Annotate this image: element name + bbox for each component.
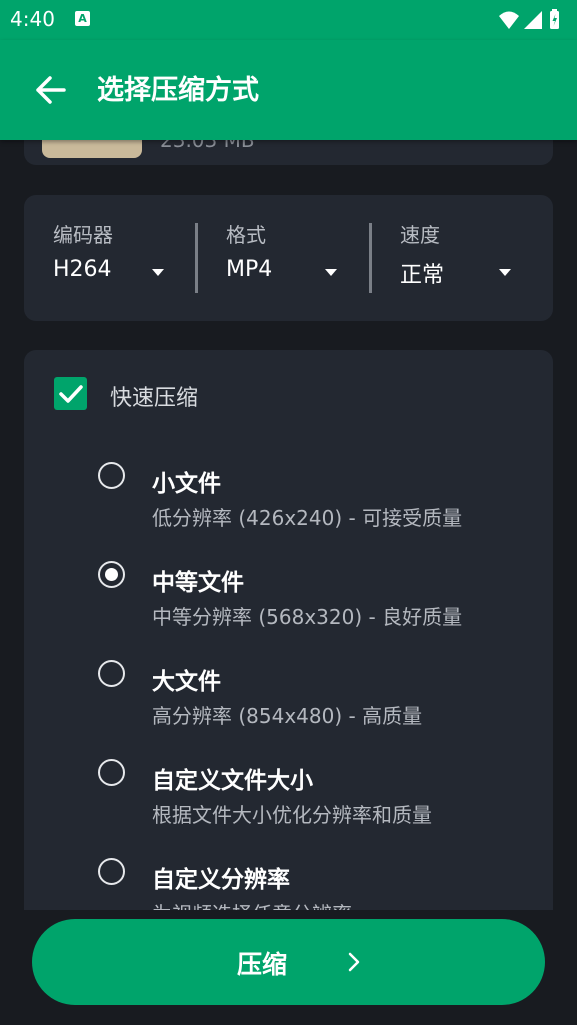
codec-dropdown[interactable]: 编码器 H264 bbox=[53, 219, 193, 299]
option-custom-resolution[interactable]: 自定义分辨率 为视频选择任意分辨率 bbox=[94, 858, 534, 910]
divider bbox=[369, 223, 372, 293]
video-thumbnail bbox=[42, 140, 142, 158]
check-icon bbox=[59, 385, 83, 403]
compress-button-label: 压缩 bbox=[237, 950, 288, 979]
option-description: 中等分辨率 (568x320) - 良好质量 bbox=[152, 605, 463, 629]
option-medium-file[interactable]: 中等文件 中等分辨率 (568x320) - 良好质量 bbox=[94, 561, 534, 651]
option-description: 根据文件大小优化分辨率和质量 bbox=[152, 803, 432, 827]
status-time: 4:40 bbox=[10, 7, 55, 31]
codec-label: 编码器 bbox=[53, 223, 113, 247]
radio-button[interactable] bbox=[98, 858, 125, 885]
arrow-left-icon bbox=[36, 76, 66, 104]
option-description: 低分辨率 (426x240) - 可接受质量 bbox=[152, 506, 463, 530]
signal-icon bbox=[524, 11, 542, 29]
option-title: 自定义分辨率 bbox=[152, 867, 290, 893]
chevron-right-icon bbox=[348, 952, 360, 972]
option-title: 自定义文件大小 bbox=[152, 768, 313, 794]
format-dropdown[interactable]: 格式 MP4 bbox=[226, 219, 366, 299]
divider bbox=[195, 223, 198, 293]
option-title: 小文件 bbox=[152, 471, 221, 497]
status-bar: 4:40 A bbox=[0, 0, 577, 40]
settings-card: 编码器 H264 格式 MP4 速度 正常 bbox=[24, 195, 553, 321]
content-scroll[interactable]: 23.03 MB 编码器 H264 格式 MP4 速度 正常 快速压缩 小文件 … bbox=[0, 140, 577, 910]
format-value: MP4 bbox=[226, 257, 273, 282]
codec-value: H264 bbox=[53, 257, 112, 282]
option-small-file[interactable]: 小文件 低分辨率 (426x240) - 可接受质量 bbox=[94, 462, 534, 552]
fast-compress-label: 快速压缩 bbox=[110, 386, 199, 411]
app-bar: 选择压缩方式 bbox=[0, 40, 577, 140]
radio-button[interactable] bbox=[98, 660, 125, 687]
option-title: 大文件 bbox=[152, 669, 221, 695]
fast-compress-checkbox[interactable] bbox=[54, 377, 87, 410]
page-title: 选择压缩方式 bbox=[97, 75, 259, 106]
caret-down-icon bbox=[325, 269, 337, 276]
option-large-file[interactable]: 大文件 高分辨率 (854x480) - 高质量 bbox=[94, 660, 534, 750]
option-description: 高分辨率 (854x480) - 高质量 bbox=[152, 704, 423, 728]
format-label: 格式 bbox=[226, 223, 266, 247]
option-custom-size[interactable]: 自定义文件大小 根据文件大小优化分辨率和质量 bbox=[94, 759, 534, 849]
option-description: 为视频选择任意分辨率 bbox=[152, 898, 352, 910]
caret-down-icon bbox=[152, 269, 164, 276]
speed-dropdown[interactable]: 速度 正常 bbox=[400, 219, 540, 299]
status-icons bbox=[497, 8, 567, 36]
radio-button[interactable] bbox=[98, 759, 125, 786]
back-button[interactable] bbox=[26, 65, 76, 115]
radio-button[interactable] bbox=[98, 462, 125, 489]
video-size: 23.03 MB bbox=[160, 140, 255, 152]
speed-value: 正常 bbox=[400, 263, 445, 288]
caret-down-icon bbox=[499, 269, 511, 276]
a-letter-icon: A bbox=[75, 11, 90, 26]
radio-button[interactable] bbox=[98, 561, 125, 588]
speed-label: 速度 bbox=[400, 223, 440, 247]
video-card: 23.03 MB bbox=[24, 140, 553, 165]
option-title: 中等文件 bbox=[152, 570, 244, 596]
compress-button[interactable]: 压缩 bbox=[32, 919, 545, 1005]
battery-icon bbox=[550, 9, 559, 29]
options-card: 快速压缩 小文件 低分辨率 (426x240) - 可接受质量 中等文件 中等分… bbox=[24, 350, 553, 910]
wifi-icon bbox=[499, 11, 519, 29]
